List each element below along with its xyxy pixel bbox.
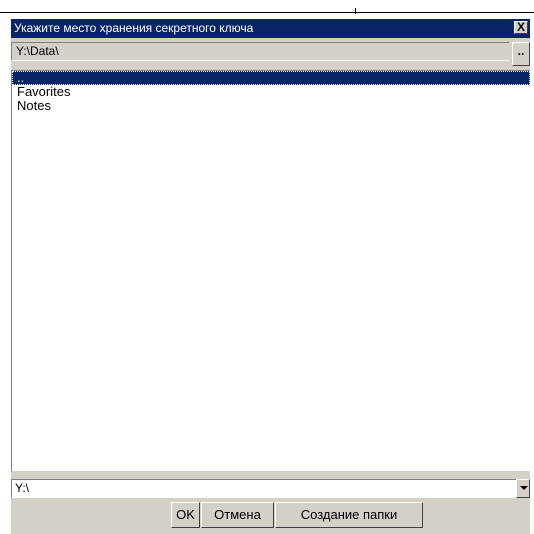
close-icon: X [516, 20, 525, 34]
drive-select[interactable]: Y:\ [11, 479, 516, 498]
background-window-edge [0, 0, 534, 14]
background-window-border [0, 12, 534, 13]
cancel-button[interactable]: Отмена [201, 502, 274, 528]
list-item-notes[interactable]: Notes [12, 99, 530, 113]
key-location-dialog: Укажите место хранения секретного ключа … [11, 19, 530, 534]
chevron-down-icon [520, 486, 528, 490]
list-item-parent[interactable]: .. [12, 71, 530, 85]
close-button[interactable]: X [514, 21, 528, 34]
create-folder-button[interactable]: Создание папки [275, 502, 423, 528]
background-window-divider [355, 8, 356, 14]
title-bar[interactable]: Укажите место хранения секретного ключа … [11, 19, 530, 38]
list-item-favorites[interactable]: Favorites [12, 85, 530, 99]
current-path-field: Y:\Data\ [11, 42, 509, 61]
folder-list[interactable]: .. Favorites Notes [11, 70, 530, 472]
dialog-buttons: OK Отмена Создание папки [11, 502, 530, 528]
ok-button[interactable]: OK [171, 502, 200, 528]
dialog-title: Укажите место хранения секретного ключа [14, 21, 254, 35]
browse-button[interactable]: .. [512, 42, 530, 66]
drive-dropdown-button[interactable] [516, 479, 530, 498]
